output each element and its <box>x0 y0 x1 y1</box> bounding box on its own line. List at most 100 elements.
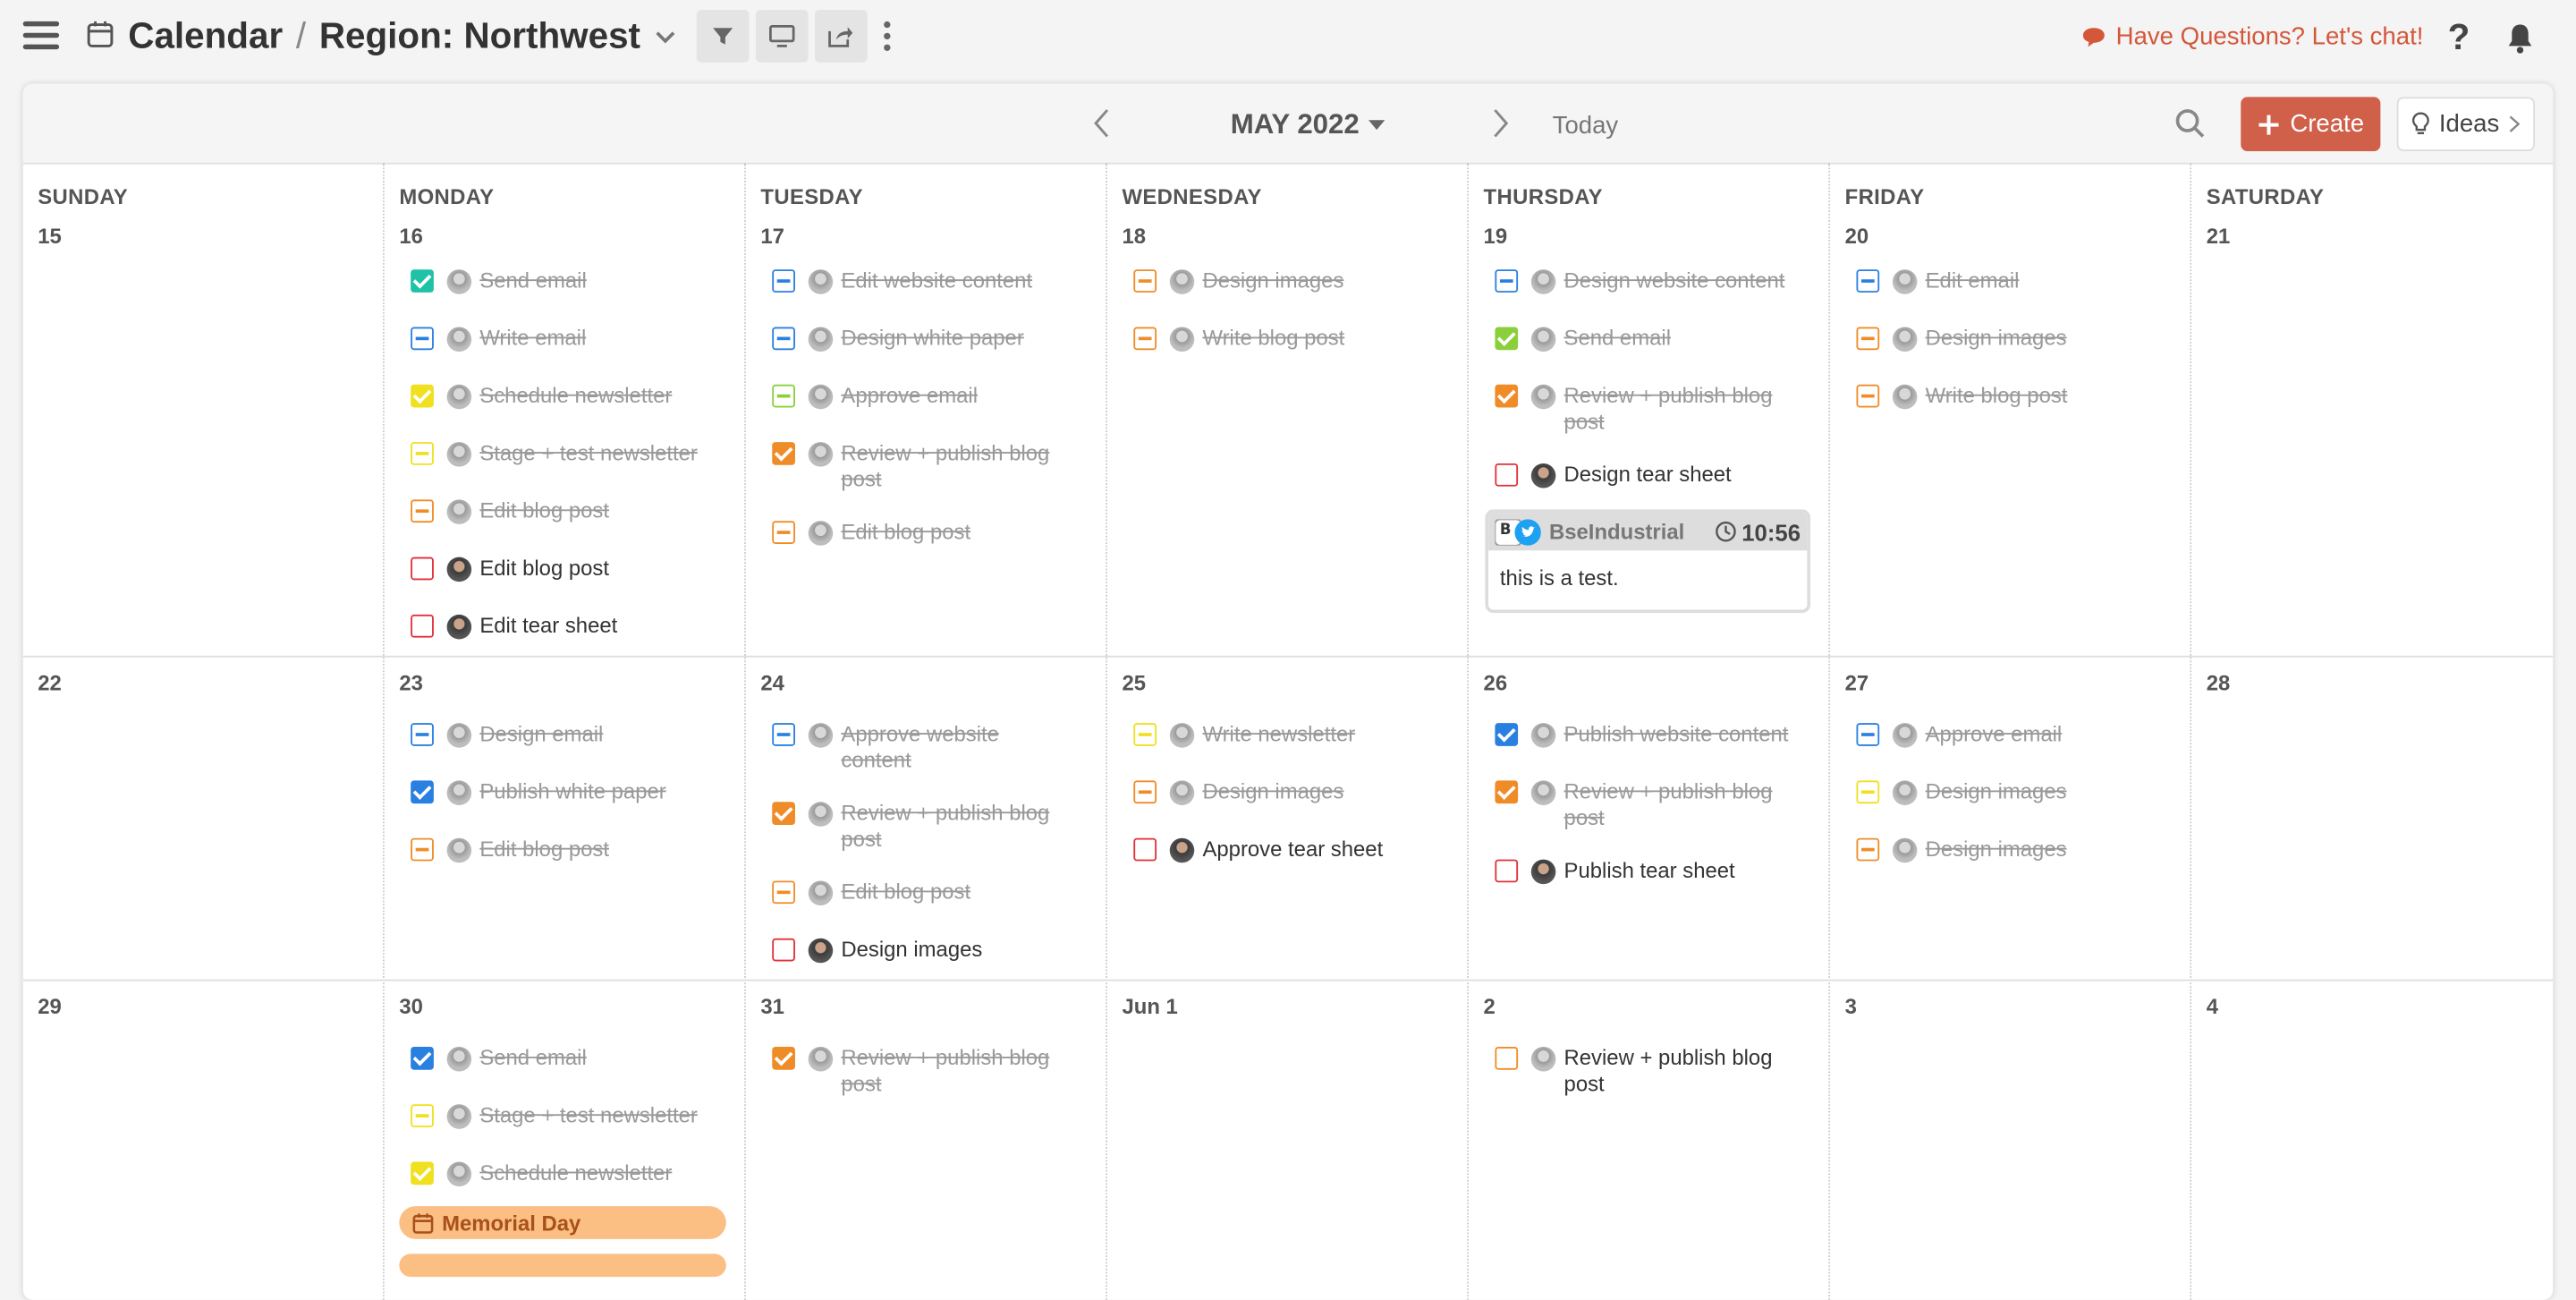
task-item[interactable]: Write blog post <box>1133 326 1462 353</box>
share-button[interactable] <box>815 10 868 63</box>
task-checkbox[interactable] <box>1856 327 1880 351</box>
date-number[interactable]: 24 <box>760 670 784 695</box>
task-item[interactable]: Write blog post <box>1856 383 2184 410</box>
task-checkbox[interactable] <box>411 557 434 581</box>
task-checkbox[interactable] <box>1856 780 1880 804</box>
search-icon[interactable] <box>2174 106 2207 140</box>
task-item[interactable]: Design email <box>411 721 739 748</box>
task-item[interactable]: Design tear sheet <box>1495 462 1823 489</box>
date-number[interactable]: 19 <box>1484 224 1508 249</box>
task-item[interactable]: Publish white paper <box>411 779 739 805</box>
holiday-event[interactable] <box>399 1253 726 1278</box>
date-number[interactable]: 30 <box>399 994 423 1019</box>
task-item[interactable]: Write email <box>411 326 739 353</box>
filter-button[interactable] <box>696 10 750 63</box>
task-checkbox[interactable] <box>1495 780 1519 804</box>
task-checkbox[interactable] <box>411 384 434 408</box>
task-checkbox[interactable] <box>1495 269 1519 293</box>
task-item[interactable]: Approve website content <box>772 721 1068 774</box>
social-post-card[interactable]: B BseIndustrial 10:56 this is a test. <box>1485 509 1811 614</box>
date-number[interactable]: 18 <box>1122 224 1146 249</box>
task-checkbox[interactable] <box>411 1104 434 1127</box>
task-item[interactable]: Review + publish blog post <box>772 800 1068 853</box>
task-checkbox[interactable] <box>1856 269 1880 293</box>
task-checkbox[interactable] <box>411 269 434 293</box>
task-item[interactable]: Edit email <box>1856 268 2184 294</box>
task-item[interactable]: Edit blog post <box>772 519 1100 546</box>
task-checkbox[interactable] <box>772 384 795 408</box>
task-checkbox[interactable] <box>1133 837 1157 862</box>
date-number[interactable]: 22 <box>38 670 62 695</box>
task-item[interactable]: Review + publish blog post <box>772 1045 1068 1098</box>
date-number[interactable]: 3 <box>1845 994 1857 1019</box>
task-item[interactable]: Design images <box>772 937 1100 964</box>
date-number[interactable]: 29 <box>38 994 62 1019</box>
date-number[interactable]: 28 <box>2207 670 2231 695</box>
task-item[interactable]: Edit blog post <box>772 879 1100 906</box>
task-item[interactable]: Design images <box>1856 779 2184 805</box>
task-item[interactable]: Stage + test newsletter <box>411 1102 739 1129</box>
month-selector[interactable]: MAY 2022 <box>1231 108 1386 141</box>
task-item[interactable]: Design images <box>1856 326 2184 353</box>
task-item[interactable]: Design website content <box>1495 268 1823 294</box>
task-item[interactable]: Review + publish blog post <box>772 440 1068 493</box>
menu-icon[interactable] <box>22 21 60 51</box>
task-item[interactable]: Review + publish blog post <box>1495 383 1791 436</box>
chevron-right-icon[interactable] <box>1488 106 1512 140</box>
task-item[interactable]: Stage + test newsletter <box>411 440 739 467</box>
task-checkbox[interactable] <box>1495 463 1519 487</box>
task-checkbox[interactable] <box>772 938 795 962</box>
task-item[interactable]: Schedule newsletter <box>411 1160 739 1187</box>
task-checkbox[interactable] <box>1133 723 1157 746</box>
date-number[interactable]: 31 <box>760 994 784 1019</box>
date-number[interactable]: 15 <box>38 224 62 249</box>
task-item[interactable]: Schedule newsletter <box>411 383 739 410</box>
task-checkbox[interactable] <box>1495 1046 1519 1070</box>
date-number[interactable]: 23 <box>399 670 423 695</box>
date-number[interactable]: 25 <box>1122 670 1146 695</box>
task-item[interactable]: Send email <box>411 1045 739 1072</box>
chevron-left-icon[interactable] <box>1091 106 1114 140</box>
task-checkbox[interactable] <box>1133 780 1157 804</box>
date-number[interactable]: 26 <box>1484 670 1508 695</box>
task-item[interactable]: Send email <box>1495 326 1823 353</box>
task-item[interactable]: Edit website content <box>772 268 1100 294</box>
task-item[interactable]: Publish website content <box>1495 721 1823 748</box>
presentation-button[interactable] <box>755 10 809 63</box>
date-number[interactable]: 2 <box>1484 994 1496 1019</box>
task-checkbox[interactable] <box>411 1161 434 1185</box>
task-checkbox[interactable] <box>411 442 434 465</box>
task-checkbox[interactable] <box>772 880 795 905</box>
task-item[interactable]: Review + publish blog post <box>1495 1045 1791 1098</box>
task-item[interactable]: Edit blog post <box>411 498 739 524</box>
date-number[interactable]: 16 <box>399 224 423 249</box>
task-item[interactable]: Approve email <box>1856 721 2184 748</box>
task-item[interactable]: Approve email <box>772 383 1100 410</box>
task-checkbox[interactable] <box>1856 723 1880 746</box>
task-checkbox[interactable] <box>1133 269 1157 293</box>
date-number[interactable]: 4 <box>2207 994 2218 1019</box>
more-options-icon[interactable] <box>880 20 894 53</box>
task-checkbox[interactable] <box>1495 384 1519 408</box>
today-button[interactable]: Today <box>1553 112 1619 140</box>
date-number[interactable]: 21 <box>2207 224 2231 249</box>
task-checkbox[interactable] <box>1495 723 1519 746</box>
task-checkbox[interactable] <box>411 1046 434 1070</box>
task-checkbox[interactable] <box>772 1046 795 1070</box>
date-number[interactable]: 17 <box>760 224 784 249</box>
task-item[interactable]: Edit tear sheet <box>411 613 739 640</box>
task-checkbox[interactable] <box>772 442 795 465</box>
holiday-event[interactable]: Memorial Day <box>399 1206 726 1239</box>
task-checkbox[interactable] <box>1495 327 1519 351</box>
task-item[interactable]: Review + publish blog post <box>1495 779 1791 832</box>
task-checkbox[interactable] <box>772 802 795 826</box>
task-item[interactable]: Design images <box>1856 837 2184 863</box>
task-item[interactable]: Design images <box>1133 268 1462 294</box>
task-item[interactable]: Design white paper <box>772 326 1100 353</box>
task-checkbox[interactable] <box>411 327 434 351</box>
task-checkbox[interactable] <box>1133 327 1157 351</box>
task-item[interactable]: Write newsletter <box>1133 721 1462 748</box>
task-item[interactable]: Publish tear sheet <box>1495 858 1823 885</box>
task-item[interactable]: Send email <box>411 268 739 294</box>
page-title[interactable]: Calendar / Region: Northwest <box>128 15 640 58</box>
